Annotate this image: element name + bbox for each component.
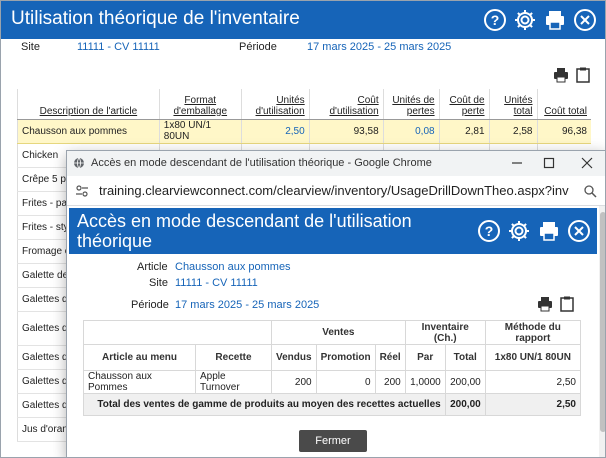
article-value: Chausson aux pommes bbox=[175, 261, 291, 273]
col-header[interactable]: Format d'emballage bbox=[158, 89, 242, 120]
help-icon[interactable]: ? bbox=[477, 219, 501, 243]
clipboard-icon[interactable] bbox=[575, 67, 591, 83]
col-header: Recette bbox=[195, 344, 272, 371]
cell-link[interactable]: 0,08 bbox=[382, 118, 440, 144]
group-methode: Méthode du rapport bbox=[484, 320, 582, 345]
scrollbar-thumb[interactable] bbox=[600, 212, 605, 432]
page-title: Utilisation théorique de l'inventaire bbox=[11, 8, 300, 29]
col-header: Article au menu bbox=[83, 344, 196, 371]
col-header: 1x80 UN/1 80UN bbox=[484, 344, 582, 371]
col-header[interactable]: Coût de perte bbox=[438, 89, 490, 120]
cell: 2,58 bbox=[488, 118, 537, 144]
popup-window: Accès en mode descendant de l'utilisatio… bbox=[67, 151, 605, 457]
close-icon[interactable] bbox=[567, 219, 591, 243]
globe-icon bbox=[74, 157, 84, 169]
print-icon[interactable] bbox=[537, 296, 553, 312]
site-label: Site bbox=[21, 41, 40, 53]
cell: 2,81 bbox=[438, 118, 490, 144]
print-icon[interactable] bbox=[537, 219, 561, 243]
table-row[interactable]: Chausson aux pommes 1x80 UN/1 80UN 2,50 … bbox=[17, 118, 591, 144]
col-header[interactable]: Coût total bbox=[536, 89, 591, 120]
cell: 1x80 UN/1 80UN bbox=[158, 118, 242, 144]
gear-icon[interactable] bbox=[513, 8, 537, 32]
table-header-row: Description de l'article Format d'emball… bbox=[17, 89, 591, 120]
report-tools bbox=[553, 67, 591, 83]
site-settings-icon[interactable] bbox=[75, 184, 89, 198]
page-header: Utilisation théorique de l'inventaire ? bbox=[1, 1, 605, 39]
total-methode: 2,50 bbox=[484, 393, 582, 416]
popup-tools bbox=[537, 296, 575, 312]
col-header[interactable]: Unités de pertes bbox=[382, 89, 440, 120]
total-row: Total des ventes de gamme de produits au… bbox=[83, 393, 582, 416]
help-icon[interactable]: ? bbox=[483, 8, 507, 32]
gear-icon[interactable] bbox=[507, 219, 531, 243]
group-inventaire: Inventaire (Ch.) bbox=[404, 320, 486, 345]
table-group-header: Ventes Inventaire (Ch.) Méthode du rappo… bbox=[83, 320, 582, 345]
close-icon[interactable] bbox=[573, 8, 597, 32]
zoom-icon[interactable] bbox=[583, 184, 597, 198]
col-header: Vendus bbox=[271, 344, 317, 371]
popup-header: Accès en mode descendant de l'utilisatio… bbox=[69, 208, 597, 254]
periode-value: 17 mars 2025 - 25 mars 2025 bbox=[307, 41, 452, 53]
print-icon[interactable] bbox=[543, 8, 567, 32]
table-row: Chausson aux Pommes Apple Turnover 200 0… bbox=[83, 370, 582, 394]
cell: 93,58 bbox=[308, 118, 384, 144]
empty-header bbox=[83, 320, 272, 345]
periode-label: Période bbox=[239, 41, 277, 53]
col-header[interactable]: Unités total bbox=[488, 89, 537, 120]
col-header: Par bbox=[404, 344, 446, 371]
filter-summary: Site 11111 - CV 11111 Période 17 mars 20… bbox=[1, 41, 605, 59]
address-bar[interactable]: training.clearviewconnect.com/clearview/… bbox=[67, 176, 605, 206]
cell: 200 bbox=[374, 370, 406, 394]
cell: 0 bbox=[315, 370, 376, 394]
periode-label: Période bbox=[131, 299, 169, 311]
cell: Chausson aux Pommes bbox=[83, 370, 196, 394]
site-value: 11111 - CV 11111 bbox=[175, 277, 258, 289]
svg-text:?: ? bbox=[485, 223, 494, 239]
drilldown-table: Ventes Inventaire (Ch.) Méthode du rappo… bbox=[83, 320, 582, 416]
cell: 200,00 bbox=[444, 370, 486, 394]
popup-content: Accès en mode descendant de l'utilisatio… bbox=[67, 206, 599, 457]
svg-text:?: ? bbox=[491, 12, 500, 28]
table-header-row: Article au menu Recette Vendus Promotion… bbox=[83, 344, 582, 371]
total-value: 200,00 bbox=[444, 393, 486, 416]
window-title: Accès en mode descendant de l'utilisatio… bbox=[91, 157, 432, 169]
col-header: Total bbox=[444, 344, 486, 371]
cell-link[interactable]: 2,50 bbox=[240, 118, 310, 144]
article-label: Article bbox=[137, 261, 168, 273]
col-header: Promotion bbox=[315, 344, 376, 371]
cell: 200 bbox=[271, 370, 317, 394]
cell: 96,38 bbox=[536, 118, 591, 144]
cell: 2,50 bbox=[484, 370, 582, 394]
maximize-icon[interactable] bbox=[541, 155, 557, 171]
popup-title: Accès en mode descendant de l'utilisatio… bbox=[77, 211, 412, 251]
url-text[interactable]: training.clearviewconnect.com/clearview/… bbox=[99, 183, 569, 198]
col-header[interactable]: Unités d'utilisation bbox=[240, 89, 310, 120]
print-icon[interactable] bbox=[553, 67, 569, 83]
window-titlebar[interactable]: Accès en mode descendant de l'utilisatio… bbox=[67, 151, 605, 176]
cell: 1,0000 bbox=[404, 370, 446, 394]
scrollbar[interactable] bbox=[599, 206, 605, 457]
col-header[interactable]: Coût d'utilisation bbox=[308, 89, 384, 120]
minimize-icon[interactable] bbox=[509, 155, 525, 171]
col-header: Réel bbox=[374, 344, 406, 371]
periode-value: 17 mars 2025 - 25 mars 2025 bbox=[175, 299, 320, 311]
app-window: Utilisation théorique de l'inventaire ? … bbox=[0, 0, 606, 458]
clipboard-icon[interactable] bbox=[559, 296, 575, 312]
site-label: Site bbox=[149, 277, 168, 289]
total-label: Total des ventes de gamme de produits au… bbox=[83, 393, 446, 416]
col-header[interactable]: Description de l'article bbox=[17, 89, 160, 120]
site-value: 11111 - CV 11111 bbox=[77, 41, 160, 53]
group-ventes: Ventes bbox=[271, 320, 406, 345]
close-button[interactable]: Fermer bbox=[299, 430, 367, 452]
window-close-icon[interactable] bbox=[579, 155, 595, 171]
cell: Apple Turnover bbox=[195, 370, 272, 394]
cell: Chausson aux pommes bbox=[17, 118, 160, 144]
